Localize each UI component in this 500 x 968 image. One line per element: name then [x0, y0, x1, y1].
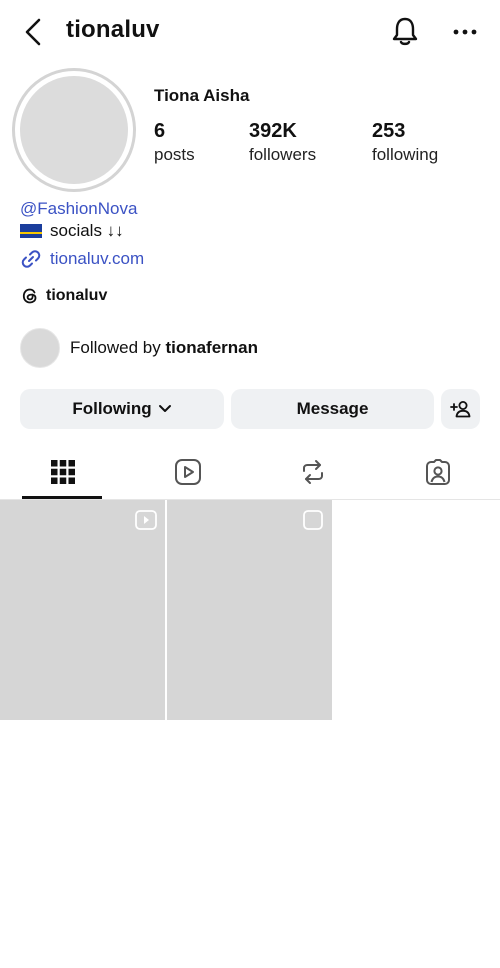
stat-followers-count: 392K	[249, 120, 297, 142]
post-tile[interactable]	[0, 500, 165, 720]
bio-mention-link[interactable]: @FashionNova	[20, 199, 137, 219]
tab-tagged[interactable]	[375, 446, 500, 498]
bio-website-link[interactable]: tionaluv.com	[20, 248, 144, 270]
notification-bell-icon[interactable]	[388, 14, 422, 48]
followed-by-row[interactable]: Followed by tionafernan	[20, 328, 258, 368]
threads-badge[interactable]: tionaluv	[20, 286, 107, 306]
threads-icon	[22, 288, 37, 304]
reposts-icon	[302, 460, 323, 484]
stat-posts-count: 6	[154, 120, 166, 142]
stat-followers-label: followers	[249, 145, 317, 164]
top-bar: tionaluv	[0, 0, 500, 64]
profile-tabs	[0, 446, 500, 500]
stat-following[interactable]: 253 following	[372, 120, 438, 165]
suggest-users-button[interactable]	[441, 389, 480, 429]
following-button[interactable]: Following	[20, 389, 224, 429]
link-icon	[21, 250, 41, 268]
flag-icon	[20, 224, 42, 238]
threads-handle: tionaluv	[46, 287, 108, 304]
stat-posts[interactable]: 6 posts	[154, 120, 195, 165]
mutual-follower-avatar	[20, 328, 60, 368]
bio-text-line: socials ↓↓	[20, 221, 124, 241]
square-icon	[303, 510, 323, 530]
profile-username: tionaluv	[66, 16, 160, 43]
avatar-photo	[20, 76, 128, 184]
following-button-label: Following	[72, 399, 152, 418]
more-options-icon[interactable]	[448, 18, 482, 46]
back-arrow-icon[interactable]	[18, 16, 50, 48]
stat-posts-label: posts	[154, 145, 195, 164]
active-tab-indicator	[22, 496, 102, 499]
tab-posts-grid[interactable]	[0, 446, 125, 499]
chevron-down-icon	[158, 405, 171, 412]
grid-icon	[50, 460, 75, 484]
add-user-icon	[449, 401, 470, 418]
followed-by-text: Followed by tionafernan	[70, 338, 259, 357]
tagged-icon	[425, 459, 450, 485]
stat-following-label: following	[372, 145, 439, 164]
profile-full-name: Tiona Aisha	[154, 86, 250, 105]
profile-avatar[interactable]	[12, 68, 136, 192]
reels-icon	[174, 459, 201, 485]
tab-reels[interactable]	[125, 446, 250, 498]
play-icon	[135, 510, 157, 530]
stat-following-count: 253	[372, 120, 406, 142]
tab-reposts[interactable]	[250, 446, 375, 498]
message-button[interactable]: Message	[231, 389, 434, 429]
bio-website-text: tionaluv.com	[50, 249, 145, 268]
post-tile[interactable]	[167, 500, 332, 720]
message-button-label: Message	[296, 399, 369, 418]
bio-text: socials ↓↓	[50, 221, 124, 240]
stat-followers[interactable]: 392K followers	[249, 120, 316, 165]
